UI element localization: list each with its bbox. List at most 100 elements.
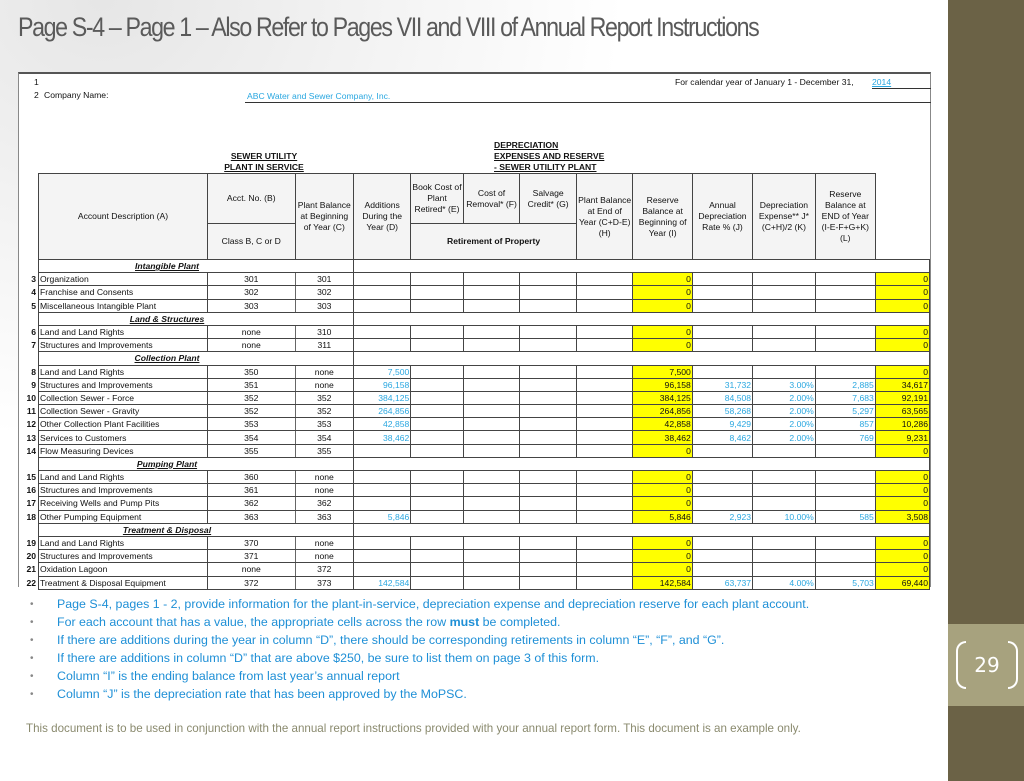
salvage-credit-cell[interactable] — [575, 338, 634, 353]
book-cost-retired-cell[interactable] — [462, 324, 521, 340]
salvage-credit-cell[interactable] — [575, 364, 634, 379]
book-cost-retired-cell[interactable] — [462, 298, 521, 313]
depreciation-rate-cell[interactable] — [752, 562, 816, 577]
plant-balance-beginning-cell[interactable]: 142,584 — [353, 575, 412, 590]
depreciation-rate-cell[interactable] — [752, 272, 816, 287]
book-cost-retired-cell[interactable] — [462, 535, 521, 551]
cost-of-removal-cell[interactable] — [519, 496, 577, 511]
plant-balance-beginning-cell[interactable]: 38,462 — [353, 430, 412, 445]
reserve-beginning-cell[interactable]: 9,429 — [691, 417, 754, 432]
additions-cell[interactable] — [410, 535, 464, 551]
book-cost-retired-cell[interactable] — [462, 377, 521, 392]
book-cost-retired-cell[interactable] — [462, 562, 521, 577]
salvage-credit-cell[interactable] — [575, 377, 634, 392]
book-cost-retired-cell[interactable] — [462, 338, 521, 353]
book-cost-retired-cell[interactable] — [462, 575, 521, 590]
depreciation-expense-cell[interactable] — [814, 324, 876, 340]
additions-cell[interactable] — [410, 390, 464, 406]
cost-of-removal-cell[interactable] — [519, 430, 577, 445]
reserve-beginning-cell[interactable] — [691, 562, 754, 577]
depreciation-expense-cell[interactable]: 7,683 — [814, 390, 876, 406]
additions-cell[interactable] — [410, 377, 464, 392]
cost-of-removal-cell[interactable] — [519, 469, 577, 485]
reserve-beginning-cell[interactable]: 84,508 — [691, 390, 754, 406]
book-cost-retired-cell[interactable] — [462, 469, 521, 485]
additions-cell[interactable] — [410, 272, 464, 287]
additions-cell[interactable] — [410, 404, 464, 419]
book-cost-retired-cell[interactable] — [462, 443, 521, 458]
reserve-beginning-cell[interactable] — [691, 443, 754, 458]
plant-balance-beginning-cell[interactable] — [353, 483, 412, 498]
reserve-beginning-cell[interactable] — [691, 364, 754, 379]
plant-balance-beginning-cell[interactable] — [353, 443, 412, 458]
depreciation-expense-cell[interactable] — [814, 549, 876, 564]
plant-balance-beginning-cell[interactable] — [353, 298, 412, 313]
cost-of-removal-cell[interactable] — [519, 364, 577, 379]
additions-cell[interactable] — [410, 549, 464, 564]
reserve-beginning-cell[interactable]: 2,923 — [691, 509, 754, 524]
salvage-credit-cell[interactable] — [575, 404, 634, 419]
depreciation-rate-cell[interactable] — [752, 443, 816, 458]
plant-balance-beginning-cell[interactable] — [353, 338, 412, 353]
depreciation-rate-cell[interactable] — [752, 338, 816, 353]
plant-balance-beginning-cell[interactable] — [353, 324, 412, 340]
book-cost-retired-cell[interactable] — [462, 364, 521, 379]
depreciation-expense-cell[interactable]: 5,703 — [814, 575, 876, 590]
depreciation-expense-cell[interactable] — [814, 562, 876, 577]
additions-cell[interactable] — [410, 364, 464, 379]
depreciation-rate-cell[interactable]: 2.00% — [752, 404, 816, 419]
plant-balance-beginning-cell[interactable] — [353, 496, 412, 511]
depreciation-rate-cell[interactable] — [752, 549, 816, 564]
additions-cell[interactable] — [410, 430, 464, 445]
depreciation-rate-cell[interactable]: 2.00% — [752, 390, 816, 406]
plant-balance-beginning-cell[interactable]: 7,500 — [353, 364, 412, 379]
depreciation-expense-cell[interactable] — [814, 496, 876, 511]
plant-balance-beginning-cell[interactable] — [353, 285, 412, 300]
cost-of-removal-cell[interactable] — [519, 272, 577, 287]
depreciation-rate-cell[interactable]: 4.00% — [752, 575, 816, 590]
reserve-beginning-cell[interactable] — [691, 298, 754, 313]
salvage-credit-cell[interactable] — [575, 509, 634, 524]
cost-of-removal-cell[interactable] — [519, 417, 577, 432]
salvage-credit-cell[interactable] — [575, 469, 634, 485]
salvage-credit-cell[interactable] — [575, 285, 634, 300]
cost-of-removal-cell[interactable] — [519, 390, 577, 406]
additions-cell[interactable] — [410, 509, 464, 524]
book-cost-retired-cell[interactable] — [462, 496, 521, 511]
salvage-credit-cell[interactable] — [575, 535, 634, 551]
salvage-credit-cell[interactable] — [575, 549, 634, 564]
book-cost-retired-cell[interactable] — [462, 417, 521, 432]
reserve-beginning-cell[interactable] — [691, 469, 754, 485]
reserve-beginning-cell[interactable] — [691, 535, 754, 551]
depreciation-rate-cell[interactable]: 3.00% — [752, 377, 816, 392]
salvage-credit-cell[interactable] — [575, 417, 634, 432]
depreciation-rate-cell[interactable] — [752, 535, 816, 551]
cost-of-removal-cell[interactable] — [519, 562, 577, 577]
plant-balance-beginning-cell[interactable] — [353, 535, 412, 551]
cost-of-removal-cell[interactable] — [519, 298, 577, 313]
depreciation-expense-cell[interactable]: 2,885 — [814, 377, 876, 392]
additions-cell[interactable] — [410, 562, 464, 577]
reserve-beginning-cell[interactable] — [691, 549, 754, 564]
additions-cell[interactable] — [410, 338, 464, 353]
depreciation-rate-cell[interactable]: 2.00% — [752, 430, 816, 445]
depreciation-rate-cell[interactable] — [752, 364, 816, 379]
reserve-beginning-cell[interactable]: 31,732 — [691, 377, 754, 392]
cost-of-removal-cell[interactable] — [519, 377, 577, 392]
cost-of-removal-cell[interactable] — [519, 483, 577, 498]
additions-cell[interactable] — [410, 469, 464, 485]
depreciation-rate-cell[interactable] — [752, 496, 816, 511]
salvage-credit-cell[interactable] — [575, 272, 634, 287]
salvage-credit-cell[interactable] — [575, 575, 634, 590]
depreciation-expense-cell[interactable] — [814, 443, 876, 458]
additions-cell[interactable] — [410, 443, 464, 458]
depreciation-expense-cell[interactable] — [814, 285, 876, 300]
reserve-beginning-cell[interactable] — [691, 272, 754, 287]
reserve-beginning-cell[interactable]: 58,268 — [691, 404, 754, 419]
salvage-credit-cell[interactable] — [575, 298, 634, 313]
depreciation-rate-cell[interactable] — [752, 298, 816, 313]
depreciation-rate-cell[interactable]: 10.00% — [752, 509, 816, 524]
book-cost-retired-cell[interactable] — [462, 509, 521, 524]
reserve-beginning-cell[interactable]: 8,462 — [691, 430, 754, 445]
plant-balance-beginning-cell[interactable]: 384,125 — [353, 390, 412, 406]
